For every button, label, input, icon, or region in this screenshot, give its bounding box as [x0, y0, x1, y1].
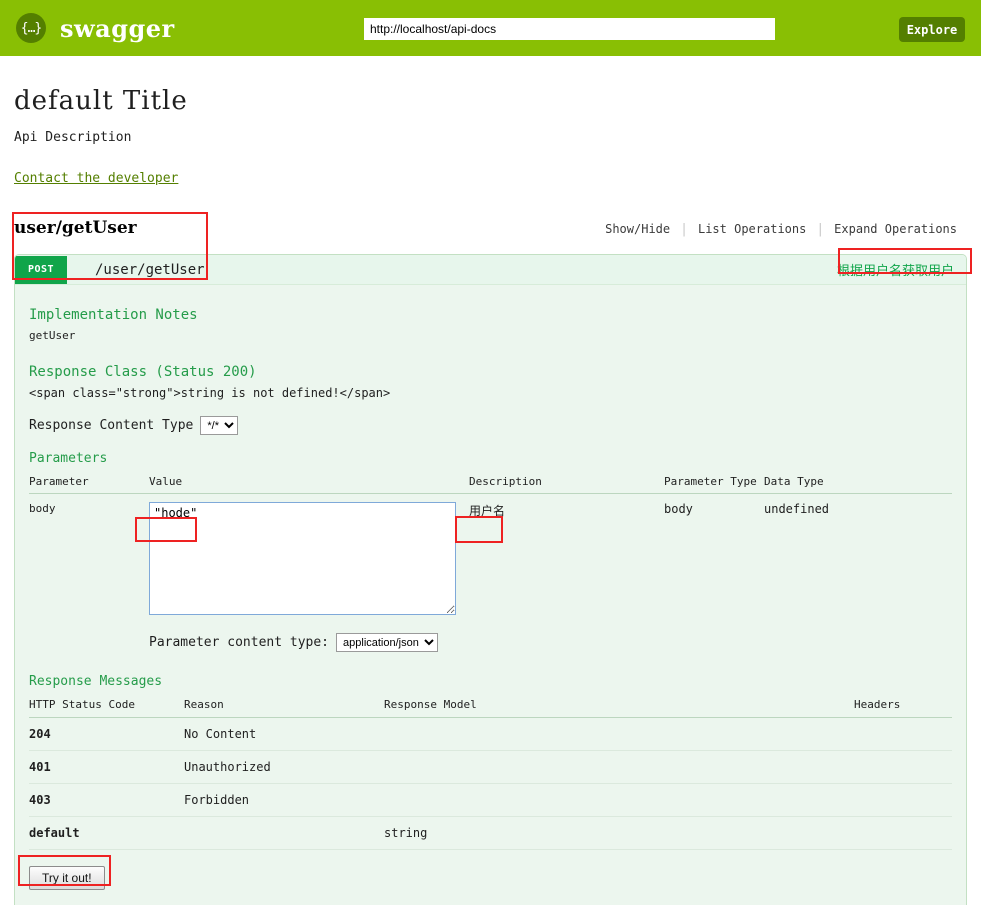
- operation-path[interactable]: /user/getUser: [95, 262, 205, 278]
- expand-operations-link[interactable]: Expand Operations: [824, 222, 967, 236]
- resource-name-link[interactable]: user/getUser: [14, 218, 137, 238]
- list-operations-link[interactable]: List Operations: [688, 222, 816, 236]
- api-info-section: default Title Api Description Contact th…: [0, 56, 981, 186]
- param-data-type-cell: undefined: [764, 502, 830, 516]
- parameter-content-type-select[interactable]: application/json: [336, 633, 439, 652]
- param-type-cell: body: [664, 502, 693, 516]
- response-content-type-label: Response Content Type: [29, 418, 194, 433]
- api-title: default Title: [14, 86, 188, 116]
- implementation-notes-title: Implementation Notes: [29, 307, 198, 323]
- response-model-cell: string: [384, 826, 428, 840]
- swagger-braces-icon: {…}: [16, 13, 46, 43]
- operation-header[interactable]: POST /user/getUser 根据用户名获取用户: [15, 255, 966, 285]
- options-divider-2: |: [816, 221, 825, 237]
- table-row: 401 Unauthorized: [29, 751, 952, 784]
- table-row: body 用户名 body undefined: [29, 494, 952, 624]
- param-col-value: Value: [149, 472, 469, 494]
- options-divider-1: |: [680, 221, 688, 237]
- parameters-title: Parameters: [29, 451, 108, 466]
- param-col-parameter-type: Parameter Type: [664, 472, 764, 494]
- resource-options: Show/Hide | List Operations | Expand Ope…: [595, 222, 967, 237]
- response-headers-cell: [854, 751, 952, 784]
- resp-col-status-code: HTTP Status Code: [29, 695, 184, 718]
- try-it-out-button[interactable]: Try it out!: [29, 866, 105, 890]
- explore-button[interactable]: Explore: [899, 17, 965, 42]
- body-parameter-textarea[interactable]: [149, 502, 456, 615]
- response-headers-cell: [854, 817, 952, 850]
- api-description: Api Description: [14, 130, 132, 145]
- operation-summary: 根据用户名获取用户: [836, 264, 954, 279]
- table-row: default string: [29, 817, 952, 850]
- response-messages-section: Response Messages HTTP Status Code Reaso…: [29, 674, 952, 850]
- response-content-type-select[interactable]: */*: [200, 416, 239, 435]
- param-col-data-type: Data Type: [764, 472, 952, 494]
- response-class-title: Response Class (Status 200): [29, 364, 257, 380]
- response-code-cell: default: [29, 826, 80, 840]
- response-reason-cell: No Content: [184, 727, 257, 741]
- swagger-logo-group[interactable]: {…} swagger: [16, 13, 175, 43]
- response-headers-cell: [854, 784, 952, 817]
- response-model-cell: [384, 784, 854, 817]
- response-content-type-row: Response Content Type */*: [29, 416, 952, 435]
- response-header-row: HTTP Status Code Reason Response Model H…: [29, 695, 952, 718]
- parameter-content-type-label: Parameter content type:: [149, 635, 330, 650]
- response-class-body: <span class="strong">string is not defin…: [29, 386, 391, 400]
- param-description-text: 用户名: [469, 504, 506, 518]
- response-code-cell: 401: [29, 760, 51, 774]
- param-description-cell: 用户名: [469, 494, 664, 624]
- resp-col-reason: Reason: [184, 695, 384, 718]
- parameters-header-row: Parameter Value Description Parameter Ty…: [29, 472, 952, 494]
- swagger-wordmark: swagger: [60, 13, 175, 43]
- param-col-description: Description: [469, 472, 664, 494]
- param-name-cell: body: [29, 502, 56, 515]
- resource-header: user/getUser Show/Hide | List Operations…: [14, 218, 967, 246]
- response-headers-cell: [854, 718, 952, 751]
- api-docs-url-input[interactable]: [364, 18, 775, 40]
- param-col-parameter: Parameter: [29, 472, 149, 494]
- response-reason-cell: Unauthorized: [184, 760, 271, 774]
- resp-col-response-model: Response Model: [384, 695, 854, 718]
- operation-panel: POST /user/getUser 根据用户名获取用户 Implementat…: [14, 254, 967, 905]
- table-row: 204 No Content: [29, 718, 952, 751]
- table-row: 403 Forbidden: [29, 784, 952, 817]
- implementation-notes-text: getUser: [29, 329, 76, 342]
- response-messages-title: Response Messages: [29, 674, 163, 689]
- contact-developer-link[interactable]: Contact the developer: [14, 171, 178, 186]
- response-messages-table: HTTP Status Code Reason Response Model H…: [29, 695, 952, 850]
- top-navigation-bar: {…} swagger Explore: [0, 0, 981, 56]
- try-it-out-wrapper: Try it out!: [29, 866, 105, 890]
- response-model-cell: [384, 718, 854, 751]
- resp-col-headers: Headers: [854, 695, 952, 718]
- http-method-badge: POST: [15, 255, 67, 284]
- parameter-content-type-row: Parameter content type: application/json: [149, 633, 952, 652]
- resource-section: user/getUser Show/Hide | List Operations…: [0, 218, 981, 246]
- response-code-cell: 204: [29, 727, 51, 741]
- response-reason-cell: Forbidden: [184, 793, 250, 807]
- parameters-table: Parameter Value Description Parameter Ty…: [29, 472, 952, 623]
- response-model-cell: [384, 751, 854, 784]
- response-code-cell: 403: [29, 793, 51, 807]
- operation-body: Implementation Notes getUser Response Cl…: [15, 285, 966, 905]
- show-hide-link[interactable]: Show/Hide: [595, 222, 680, 236]
- response-reason-cell: [184, 817, 384, 850]
- param-value-cell: [149, 494, 469, 624]
